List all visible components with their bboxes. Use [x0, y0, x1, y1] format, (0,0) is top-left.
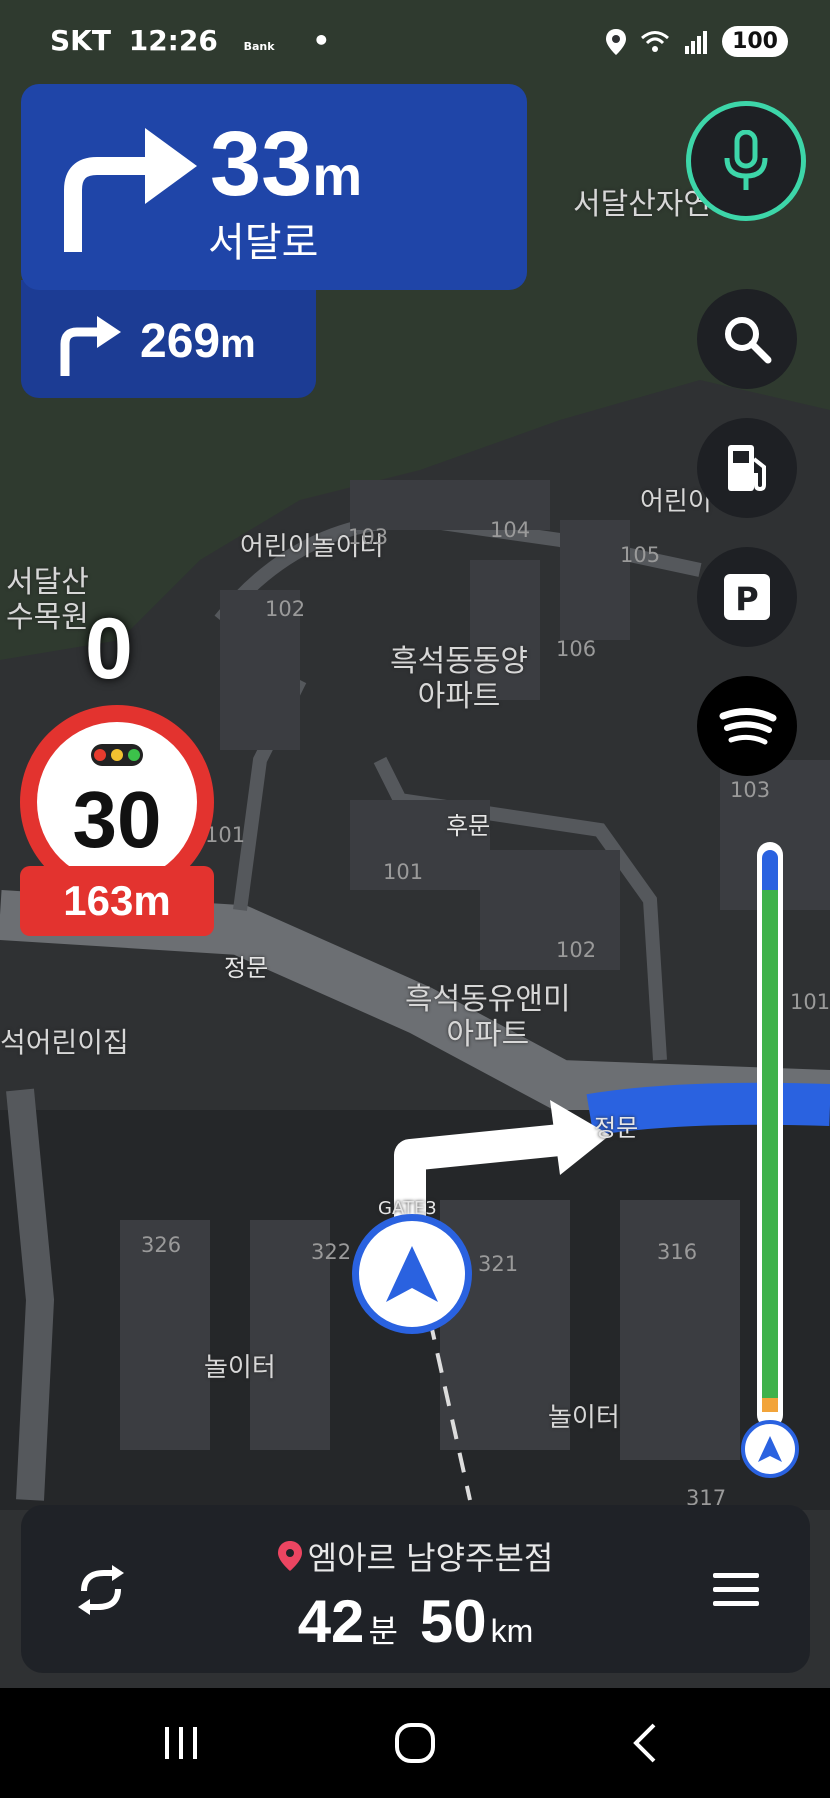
eta-minutes-unit: 분: [368, 1613, 398, 1649]
next-turn-distance-unit: m: [220, 322, 256, 366]
traffic-light-green: [128, 749, 141, 761]
building-number: 103: [730, 778, 771, 802]
building-number: 104: [490, 518, 531, 542]
map-label-park-top: 서달산자연: [573, 187, 711, 222]
fuel-icon: [728, 445, 766, 492]
destination-name: 엠아르 남양주본점: [307, 1539, 554, 1577]
parking-button[interactable]: P: [697, 547, 797, 647]
building-number: 102: [265, 597, 306, 621]
signal-icon: [685, 30, 708, 54]
building-number: 101: [205, 823, 246, 847]
notification-dot-icon: •: [312, 24, 331, 57]
building-number: 321: [478, 1252, 519, 1276]
map-label-playground-right: 어린이: [640, 487, 712, 517]
recent-apps-button[interactable]: [136, 1708, 226, 1778]
route-progress-bar: [757, 842, 783, 1428]
speed-camera-distance: 163m: [20, 866, 214, 936]
current-speed: 0: [85, 601, 133, 697]
voice-button[interactable]: [686, 101, 806, 221]
next-turn-distance: 269m: [140, 318, 256, 366]
back-button[interactable]: [600, 1708, 690, 1778]
trip-summary-panel: 엠아르 남양주본점 42 분 50 km: [21, 1505, 810, 1673]
speed-limit-value: 30: [72, 775, 162, 864]
building-number: 326: [141, 1233, 182, 1257]
map-label-park-left: 서달산 수목원: [6, 565, 89, 635]
progress-segment-clear: [762, 890, 778, 1398]
battery-indicator: 100: [722, 26, 788, 57]
traffic-light-yellow: [110, 749, 123, 761]
next-turn-distance-value: 269: [140, 315, 221, 368]
mic-icon: [724, 130, 768, 190]
system-nav-bar: [0, 1688, 830, 1798]
status-right: 100: [606, 26, 788, 57]
back-icon: [633, 1723, 656, 1763]
main-turn-road-name: 서달로: [208, 220, 319, 266]
main-turn-distance-unit: m: [312, 144, 363, 207]
map-label-playground-bottom-1: 놀이터: [204, 1353, 276, 1383]
remaining-distance: 50: [419, 1588, 487, 1655]
search-button[interactable]: [697, 289, 797, 389]
spotify-button[interactable]: [697, 676, 797, 776]
menu-icon: [713, 1573, 759, 1606]
destination-label: 엠아르 남양주본점: [21, 1533, 810, 1579]
building-number: 103: [348, 525, 389, 549]
svg-text:P: P: [735, 580, 758, 618]
progress-segment-remaining: [762, 850, 778, 890]
building-number: 101: [790, 990, 830, 1014]
menu-button[interactable]: [701, 1555, 771, 1625]
traffic-light-icon: [91, 744, 143, 766]
location-icon: [606, 28, 627, 55]
destination-pin-icon: [277, 1541, 302, 1571]
building-number: 322: [311, 1240, 352, 1264]
map-label-back-gate: 후문: [446, 812, 491, 840]
bank-notification-icon: Bank: [243, 40, 275, 53]
map-label-main-gate-1: 정문: [224, 954, 269, 982]
car-position-icon: [352, 1214, 472, 1334]
parking-icon: P: [724, 574, 770, 620]
eta-minutes: 42: [297, 1588, 365, 1655]
clock: 12:26: [128, 24, 218, 57]
map-label-daycare: 석어린이집: [0, 1026, 129, 1059]
wifi-icon: [641, 30, 670, 52]
search-icon: [725, 317, 772, 364]
recent-apps-icon: [165, 1727, 197, 1759]
remaining-distance-unit: km: [490, 1613, 534, 1649]
turn-right-icon: [64, 128, 197, 252]
building-number: 106: [556, 637, 597, 661]
fuel-station-button[interactable]: [697, 418, 797, 518]
turn-right-icon: [60, 316, 121, 376]
status-left: SKT 12:26 Bank •: [50, 24, 330, 57]
main-turn-distance: 33m: [210, 118, 362, 210]
building-number: 105: [620, 543, 661, 567]
home-icon: [395, 1723, 435, 1763]
eta-summary: 42 분 50 km: [21, 1587, 810, 1656]
home-button[interactable]: [370, 1708, 460, 1778]
map-label-playground-bottom-2: 놀이터: [548, 1403, 620, 1433]
map-label-main-gate-2: 정문: [594, 1114, 639, 1142]
progress-car-icon: [741, 1420, 799, 1478]
speed-limit-inner: 30: [37, 722, 197, 882]
status-bar: SKT 12:26 Bank • 100: [0, 0, 830, 86]
map-label-apartment-1: 흑석동동양 아파트: [390, 644, 528, 714]
building-number: 316: [657, 1240, 698, 1264]
progress-segment-slow: [762, 1398, 778, 1412]
building-number: 102: [556, 938, 597, 962]
building-number: 101: [383, 860, 424, 884]
main-turn-distance-value: 33: [210, 113, 313, 215]
traffic-light-red: [93, 749, 106, 761]
map-label-apartment-2: 흑석동유앤미 아파트: [405, 982, 571, 1052]
carrier-label: SKT: [50, 24, 111, 57]
spotify-icon: [719, 708, 777, 745]
